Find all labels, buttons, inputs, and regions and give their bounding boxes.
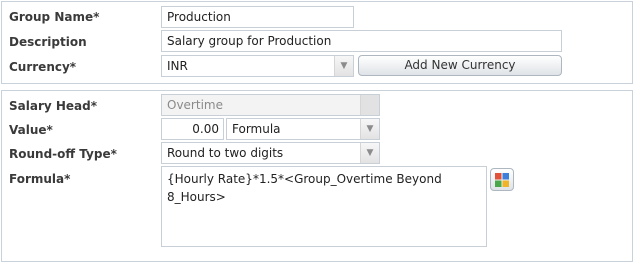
salary-head-label: Salary Head* (9, 99, 98, 113)
chevron-down-icon: ▼ (334, 56, 353, 76)
formula-builder-button[interactable] (490, 168, 514, 191)
group-name-input[interactable]: Production (161, 6, 354, 28)
currency-select[interactable]: INR ▼ (161, 55, 354, 77)
roundoff-type-label: Round-off Type* (9, 147, 117, 161)
salary-head-select: Overtime (161, 94, 380, 116)
chevron-down-icon: ▼ (360, 119, 379, 139)
currency-select-value: INR (167, 59, 188, 73)
add-new-currency-button[interactable]: Add New Currency (358, 55, 562, 76)
value-type-select[interactable]: Formula ▼ (226, 118, 380, 140)
value-label: Value* (9, 123, 53, 137)
chevron-down-icon (360, 95, 379, 115)
description-label: Description (9, 35, 87, 49)
roundoff-type-value: Round to two digits (167, 146, 284, 160)
formula-textarea[interactable]: {Hourly Rate}*1.5*<Group_Overtime Beyond… (161, 166, 487, 247)
formula-grid-icon (495, 172, 509, 187)
roundoff-type-select[interactable]: Round to two digits ▼ (161, 142, 380, 164)
group-name-label: Group Name* (9, 10, 100, 24)
salary-head-value: Overtime (167, 98, 223, 112)
chevron-down-icon: ▼ (360, 143, 379, 163)
currency-label: Currency* (9, 60, 77, 74)
formula-label: Formula* (9, 172, 71, 186)
description-input[interactable]: Salary group for Production (161, 30, 562, 52)
value-type-value: Formula (232, 122, 281, 136)
value-amount-input[interactable]: 0.00 (161, 118, 224, 140)
